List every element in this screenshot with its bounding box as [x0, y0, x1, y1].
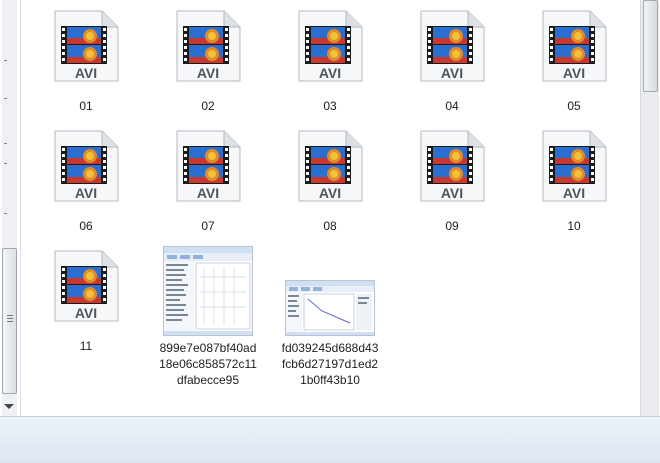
file-type-label: AVI [319, 185, 341, 201]
navigation-pane-scroll-thumb[interactable] [2, 248, 17, 394]
file-item-image-1[interactable]: 899e7e087bf40ad18e06c858572c11dfabecce95 [158, 246, 258, 388]
file-item-03[interactable]: AVI 03 [280, 10, 380, 114]
avi-video-file-icon: AVI [52, 10, 120, 82]
file-type-label: AVI [441, 185, 463, 201]
file-item-image-2[interactable]: fd039245d688d43fcb6d27197d1ed21b0ff43b10 [280, 280, 380, 388]
vertical-scrollbar[interactable] [640, 0, 659, 416]
file-name: 899e7e087bf40ad18e06c858572c11dfabecce95 [159, 341, 257, 387]
avi-video-file-icon: AVI [418, 130, 486, 202]
status-bar [0, 416, 660, 463]
avi-video-file-icon: AVI [296, 130, 364, 202]
image-thumbnail [285, 280, 375, 336]
file-name: 10 [567, 219, 581, 233]
file-name: 01 [79, 99, 93, 113]
image-thumbnail [163, 246, 253, 336]
file-item-10[interactable]: AVI 10 [524, 130, 624, 234]
file-type-label: AVI [319, 65, 341, 81]
avi-video-file-icon: AVI [540, 10, 608, 82]
file-item-06[interactable]: AVI 06 [36, 130, 136, 234]
file-item-01[interactable]: AVI 01 [36, 10, 136, 114]
file-name: 02 [201, 99, 215, 113]
file-item-07[interactable]: AVI 07 [158, 130, 258, 234]
avi-video-file-icon: AVI [174, 130, 242, 202]
file-type-label: AVI [197, 65, 219, 81]
scroll-thumb[interactable] [643, 0, 658, 92]
navigation-pane-scrollbar[interactable] [2, 0, 17, 416]
file-item-11[interactable]: AVI 11 [36, 250, 136, 354]
file-list-view[interactable]: AVI 01 AVI 02 AVI 03 AVI 04 AVI 05 AVI 0… [21, 0, 639, 416]
avi-video-file-icon: AVI [296, 10, 364, 82]
file-name: 08 [323, 219, 337, 233]
file-item-09[interactable]: AVI 09 [402, 130, 502, 234]
file-name: fd039245d688d43fcb6d27197d1ed21b0ff43b10 [281, 341, 379, 387]
file-name: 11 [79, 339, 93, 353]
avi-video-file-icon: AVI [52, 250, 120, 322]
file-name: 03 [323, 99, 337, 113]
scroll-tick [4, 98, 7, 99]
scroll-tick [4, 143, 7, 144]
scroll-tick [4, 60, 7, 61]
avi-video-file-icon: AVI [52, 130, 120, 202]
file-item-02[interactable]: AVI 02 [158, 10, 258, 114]
file-name: 06 [79, 219, 93, 233]
file-type-label: AVI [441, 65, 463, 81]
file-item-08[interactable]: AVI 08 [280, 130, 380, 234]
scroll-tick [4, 163, 7, 164]
file-type-label: AVI [197, 185, 219, 201]
scroll-tick [4, 213, 7, 214]
navigation-pane-edge [0, 0, 21, 416]
file-name: 09 [445, 219, 459, 233]
file-type-label: AVI [75, 65, 97, 81]
file-type-label: AVI [75, 305, 97, 321]
file-name: 05 [567, 99, 581, 113]
file-type-label: AVI [563, 65, 585, 81]
avi-video-file-icon: AVI [418, 10, 486, 82]
scroll-down-icon[interactable] [4, 404, 14, 409]
file-type-label: AVI [563, 185, 585, 201]
file-type-label: AVI [75, 185, 97, 201]
file-name: 04 [445, 99, 459, 113]
file-name: 07 [201, 219, 215, 233]
avi-video-file-icon: AVI [174, 10, 242, 82]
file-item-05[interactable]: AVI 05 [524, 10, 624, 114]
avi-video-file-icon: AVI [540, 130, 608, 202]
file-item-04[interactable]: AVI 04 [402, 10, 502, 114]
